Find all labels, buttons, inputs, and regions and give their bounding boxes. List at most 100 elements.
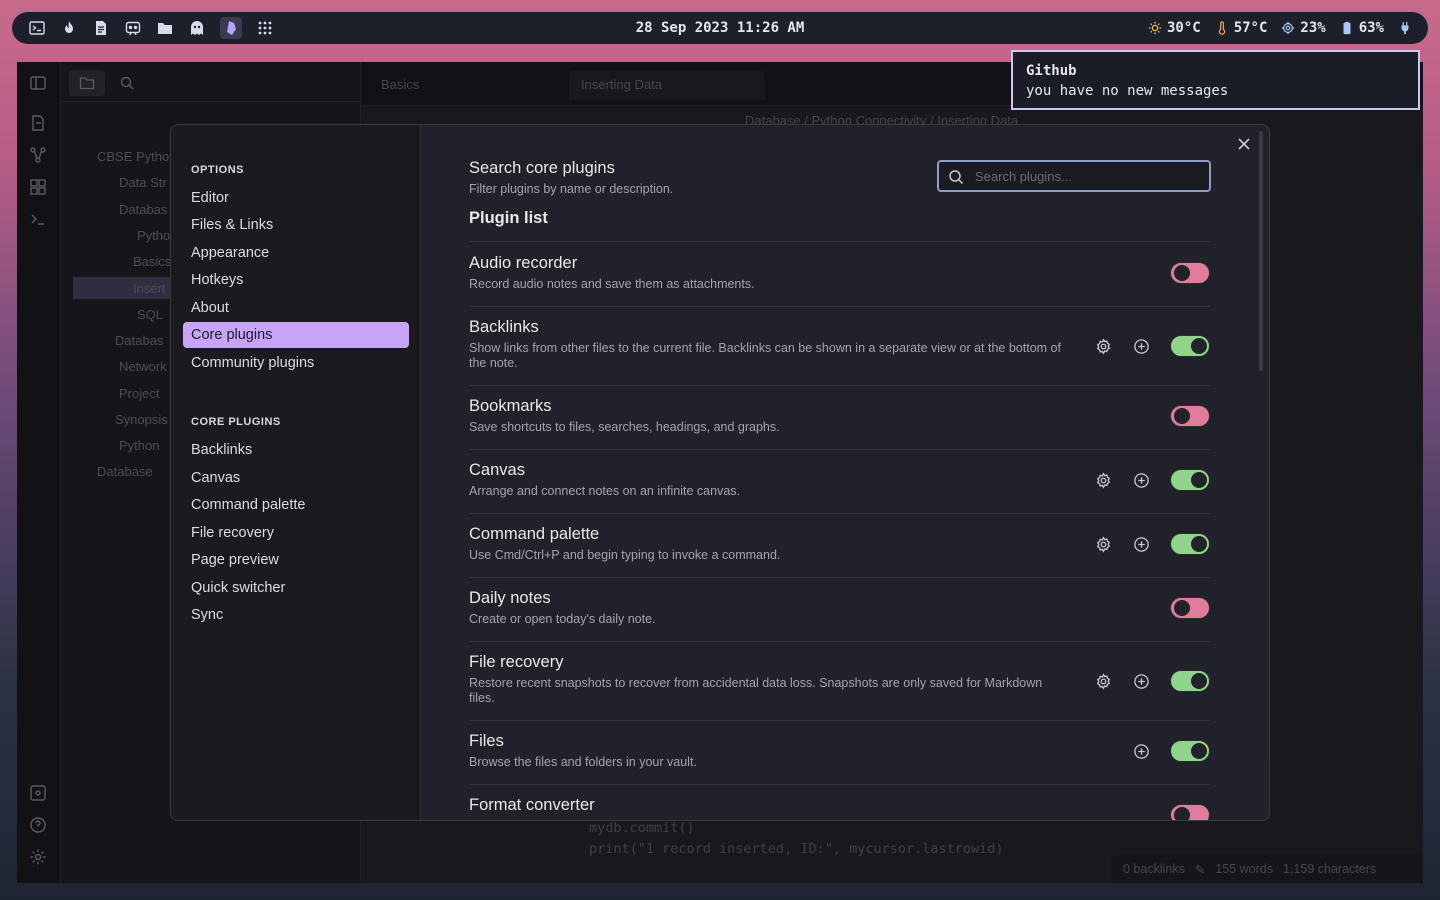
plugin-controls [1094,469,1210,491]
sidebar-item-editor[interactable]: Editor [183,185,409,211]
folder-icon[interactable] [156,19,174,37]
search-section-description: Filter plugins by name or description. [469,182,674,196]
plugin-row: Files Browse the files and folders in you… [469,720,1210,785]
plugin-name: Daily notes [469,589,551,607]
system-stats: 30°C 57°C 23% 63% [1148,20,1412,36]
plugin-settings-gear-icon[interactable] [1094,471,1112,489]
sidebar-item-command-palette[interactable]: Command palette [183,492,409,518]
plugin-enable-toggle[interactable] [1170,262,1210,284]
plugin-description: Create or open today's daily note. [469,612,656,626]
plugin-settings-gear-icon[interactable] [1094,672,1112,690]
sidebar-item-quick-switcher[interactable]: Quick switcher [183,575,409,601]
plugin-controls [1094,670,1210,692]
plugin-controls [1132,740,1210,762]
toggle-knob [1174,600,1190,616]
plugin-enable-toggle[interactable] [1170,405,1210,427]
temperature-value: 30°C [1166,20,1201,36]
plugin-hotkey-plus-icon[interactable] [1132,742,1150,760]
plugin-name: Canvas [469,461,525,479]
sidebar-item-files-links[interactable]: Files & Links [183,212,409,238]
plugin-controls [1094,335,1210,357]
battery-value: 63% [1358,20,1384,36]
plugin-description: Restore recent snapshots to recover from… [469,676,1043,705]
search-icon [949,170,964,185]
plugin-controls [1094,533,1210,555]
flame-icon[interactable] [60,19,78,37]
plugin-row: Daily notes Create or open today's daily … [469,577,1210,642]
plugin-list-heading: Plugin list [469,209,548,227]
plugin-name: Files [469,732,504,750]
close-modal-button[interactable] [1233,133,1255,155]
plugin-name: Bookmarks [469,397,552,415]
plugin-hotkey-plus-icon[interactable] [1132,535,1150,553]
plugin-controls [1170,597,1210,619]
notification-body: you have no new messages [1026,83,1229,99]
plugin-description: Arrange and connect notes on an infinite… [469,484,741,498]
plugin-enable-toggle[interactable] [1170,335,1210,357]
plugin-hotkey-plus-icon[interactable] [1132,471,1150,489]
plugin-description: Browse the files and folders in your vau… [469,755,697,769]
plugin-description: Save shortcuts to files, searches, headi… [469,420,780,434]
plugin-row: Canvas Arrange and connect notes on an in… [469,449,1210,514]
plugin-settings-gear-icon[interactable] [1094,337,1112,355]
cpu-stat: 23% [1281,20,1326,36]
toggle-knob [1191,743,1207,759]
search-section-title: Search core plugins [469,159,615,177]
plugin-enable-toggle[interactable] [1170,469,1210,491]
scrollbar[interactable] [1259,131,1263,371]
notification-title: Github [1026,63,1077,79]
plugin-hotkey-plus-icon[interactable] [1132,337,1150,355]
top-bar: 28 Sep 2023 11:26 AM 30°C 57°C 23% 63% [12,12,1428,44]
obsidian-icon[interactable] [220,17,242,39]
sidebar-item-about[interactable]: About [183,295,409,321]
plugin-name: Backlinks [469,318,539,336]
sidebar-item-appearance[interactable]: Appearance [183,240,409,266]
sidebar-item-file-recovery[interactable]: File recovery [183,520,409,546]
toggle-knob [1191,673,1207,689]
sidebar-item-core-plugins[interactable]: Core plugins [183,322,409,348]
terminal-icon[interactable] [28,19,46,37]
plugin-enable-toggle[interactable] [1170,804,1210,820]
settings-content: Search core plugins Filter plugins by na… [421,125,1269,820]
power-plug-icon[interactable] [1398,21,1412,35]
sidebar-item-hotkeys[interactable]: Hotkeys [183,267,409,293]
plugin-controls [1170,405,1210,427]
cpu-temp-stat: 57°C [1215,20,1268,36]
sidebar-item-canvas[interactable]: Canvas [183,465,409,491]
cpu-temp-value: 57°C [1233,20,1268,36]
plugin-settings-gear-icon[interactable] [1094,535,1112,553]
notification-popup[interactable]: Github you have no new messages [1011,50,1420,110]
core-plugins-heading: CORE PLUGINS [191,416,281,428]
plugin-row: Backlinks Show links from other files to … [469,306,1210,386]
sidebar-item-community-plugins[interactable]: Community plugins [183,350,409,376]
plugin-enable-toggle[interactable] [1170,740,1210,762]
search-box [937,160,1211,192]
plugin-hotkey-plus-icon[interactable] [1132,672,1150,690]
plugin-row: Bookmarks Save shortcuts to files, search… [469,385,1210,450]
plugin-enable-toggle[interactable] [1170,597,1210,619]
sidebar-item-sync[interactable]: Sync [183,602,409,628]
toggle-knob [1174,408,1190,424]
plugin-row: File recovery Restore recent snapshots to… [469,641,1210,721]
settings-modal: OPTIONS Editor Files & Links Appearance … [170,124,1270,821]
document-icon[interactable] [92,19,110,37]
plugin-enable-toggle[interactable] [1170,670,1210,692]
plugin-description: Show links from other files to the curre… [469,341,1061,370]
plugin-description: Use Cmd/Ctrl+P and begin typing to invok… [469,548,781,562]
battery-icon [1343,21,1351,35]
cpu-value: 23% [1300,20,1326,36]
apps-grid-icon[interactable] [256,19,274,37]
ghost-icon[interactable] [188,19,206,37]
discord-icon[interactable] [124,19,142,37]
toggle-knob [1174,807,1190,820]
thermometer-icon [1218,21,1225,35]
plugin-name: Command palette [469,525,600,543]
sidebar-item-backlinks[interactable]: Backlinks [183,437,409,463]
search-plugins-input[interactable] [975,168,1209,184]
plugin-row: Format converter [469,784,1210,820]
plugin-enable-toggle[interactable] [1170,533,1210,555]
toggle-knob [1174,265,1190,281]
options-heading: OPTIONS [191,164,245,176]
sidebar-item-page-preview[interactable]: Page preview [183,547,409,573]
plugin-name: Audio recorder [469,254,578,272]
